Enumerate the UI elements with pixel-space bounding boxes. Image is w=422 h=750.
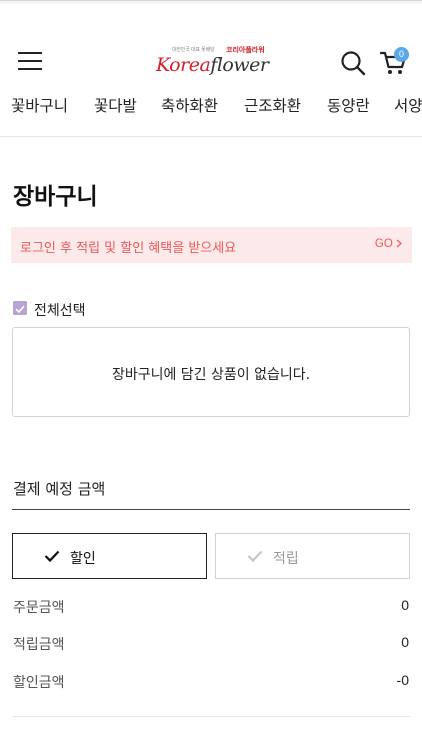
menu-bar [18,52,42,54]
logo-word-korea: Korea [156,54,211,76]
site-logo[interactable]: 대한민국 대표 꽃배달 코리아플라워 Koreaflower [156,46,269,76]
tab-points[interactable]: 적립 [215,533,410,579]
summary-value: -0 [396,672,409,688]
select-all-checkbox[interactable] [13,301,27,315]
category-item[interactable]: 동양란 [327,94,370,116]
logo-tagline: 대한민국 대표 꽃배달 [172,47,215,53]
login-go-link[interactable]: GO [375,238,402,250]
category-nav: 꽃바구니 꽃다발 축하화환 근조화환 동양란 서양란 [0,94,422,124]
check-icon [247,550,263,563]
nav-divider [0,136,422,137]
page-title: 장바구니 [13,184,98,210]
category-item[interactable]: 서양란 [394,94,422,116]
logo-wordmark: Koreaflower [156,54,269,76]
tab-discount[interactable]: 할인 [12,533,207,579]
summary-label: 적립금액 [13,637,65,653]
checkmark-icon [15,305,25,314]
payment-section-title: 결제 예정 금액 [13,480,106,498]
cart-count-badge: 0 [394,47,409,62]
menu-icon[interactable] [18,52,42,70]
select-all-label: 전체선택 [34,303,86,319]
login-benefit-banner[interactable]: 로그인 후 적립 및 할인 혜택을 받으세요 GO [11,227,412,263]
summary-value: 0 [401,597,409,613]
chevron-right-icon [396,239,402,248]
category-item[interactable]: 근조화환 [244,94,301,116]
category-item[interactable]: 꽃바구니 [11,94,68,116]
tab-discount-label: 할인 [70,551,96,567]
summary-row-points-amount: 적립금액 0 [13,634,409,654]
logo-word-flower: flower [210,54,269,76]
cart-items-panel: 장바구니에 담긴 상품이 없습니다. [12,327,410,417]
summary-row-discount-amount: 할인금액 -0 [13,672,409,692]
payment-divider [12,509,410,510]
tab-points-label: 적립 [273,551,299,567]
search-icon[interactable] [340,50,366,76]
go-label: GO [374,238,393,250]
check-icon [44,550,60,563]
site-header: 대한민국 대표 꽃배달 코리아플라워 Koreaflower 0 [0,0,422,92]
summary-value: 0 [401,634,409,650]
category-item[interactable]: 축하화환 [161,94,218,116]
summary-row-order-amount: 주문금액 0 [13,597,409,617]
summary-label: 주문금액 [13,600,65,616]
category-item[interactable]: 꽃다발 [94,94,137,116]
menu-bar [18,68,42,70]
cart-empty-message: 장바구니에 담긴 상품이 없습니다. [111,367,311,383]
section-divider [12,716,410,717]
menu-bar [18,60,42,62]
summary-label: 할인금액 [13,675,65,691]
login-banner-message: 로그인 후 적립 및 할인 혜택을 받으세요 [20,241,237,256]
